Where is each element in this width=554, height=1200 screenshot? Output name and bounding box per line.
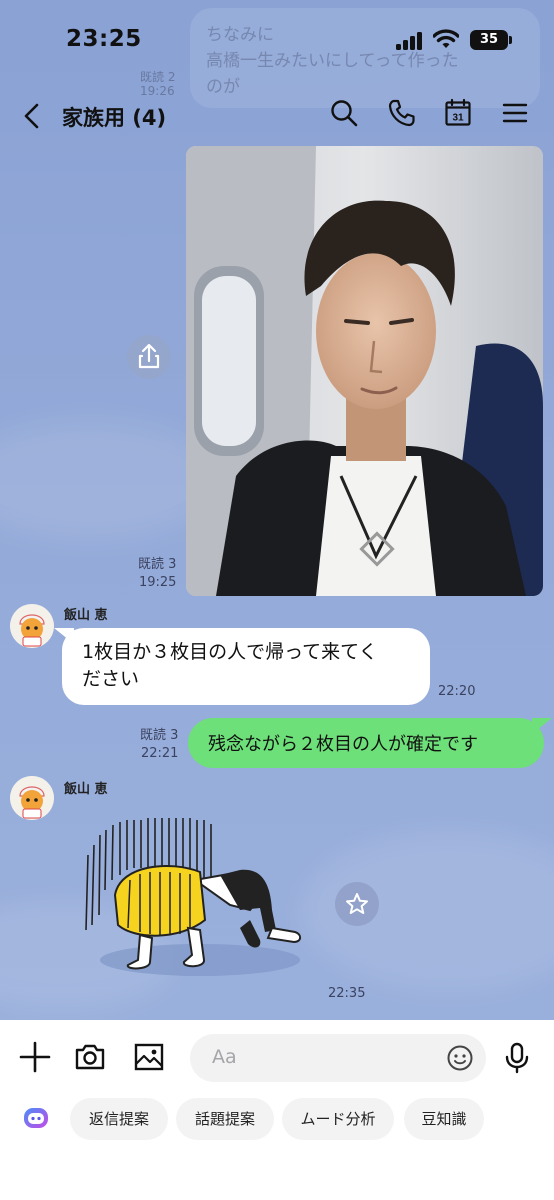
sticker-message[interactable] xyxy=(80,810,310,995)
favorite-sticker-button[interactable] xyxy=(335,882,379,926)
message-time: 19:25 xyxy=(138,575,177,590)
star-icon xyxy=(346,893,368,914)
bubble-tail xyxy=(532,718,552,734)
status-time: 23:25 xyxy=(66,26,142,52)
sticker-image xyxy=(85,818,302,976)
message-line: 1枚目か３枚目の人で帰って来てく xyxy=(82,641,378,663)
back-icon[interactable] xyxy=(20,102,44,130)
incoming-message-bubble[interactable]: 1枚目か３枚目の人で帰って来てく ださい xyxy=(54,628,430,705)
menu-icon[interactable] xyxy=(500,98,530,128)
status-bar: 23:25 35 xyxy=(0,0,554,80)
message-time: 22:35 xyxy=(328,986,366,1001)
suggestion-chip-trivia[interactable]: 豆知識 xyxy=(404,1098,484,1140)
battery-indicator: 35 xyxy=(470,30,512,50)
emoji-icon[interactable] xyxy=(446,1044,474,1072)
svg-text:31: 31 xyxy=(452,113,464,124)
message-time: 22:21 xyxy=(140,746,179,761)
share-button[interactable] xyxy=(127,335,171,379)
photo-image xyxy=(186,146,543,596)
read-status: 既読 3 xyxy=(140,728,179,743)
message-line: ださい xyxy=(82,668,140,690)
suggestion-chip-reply[interactable]: 返信提案 xyxy=(70,1098,168,1140)
suggestion-chip-topic[interactable]: 話題提案 xyxy=(176,1098,274,1140)
outgoing-message-bubble[interactable]: 残念ながら２枚目の人が確定です xyxy=(188,718,552,768)
avatar[interactable] xyxy=(10,776,54,820)
read-receipt: 既読 3 19:25 xyxy=(138,556,176,592)
search-icon[interactable] xyxy=(329,98,359,128)
signal-icon xyxy=(396,32,426,50)
sender-name: 飯山 恵 xyxy=(64,782,108,797)
camera-icon[interactable] xyxy=(73,1040,107,1074)
input-bar: Aa 返信提案 話題提案 ムード分析 豆知識 xyxy=(0,1020,554,1200)
plus-icon[interactable] xyxy=(18,1040,52,1074)
avatar-image xyxy=(10,776,54,820)
message-text: 残念ながら２枚目の人が確定です xyxy=(208,734,478,755)
calendar-icon[interactable]: 31 xyxy=(443,98,473,128)
wifi-icon xyxy=(433,29,459,48)
read-status: 既読 3 xyxy=(138,557,177,572)
bubble-tail xyxy=(54,628,74,644)
avatar-image xyxy=(10,604,54,648)
ai-icon[interactable] xyxy=(22,1104,50,1132)
chat-title[interactable]: 家族用 (4) xyxy=(62,102,166,132)
sender-name: 飯山 恵 xyxy=(64,608,108,623)
suggestion-chip-mood[interactable]: ムード分析 xyxy=(282,1098,394,1140)
image-icon[interactable] xyxy=(132,1040,166,1074)
message-input[interactable]: Aa xyxy=(190,1034,486,1082)
read-receipt: 既読 3 22:21 xyxy=(140,727,178,763)
chat-header: 家族用 (4) 31 xyxy=(0,80,554,150)
message-time: 22:20 xyxy=(438,684,476,699)
photo-message[interactable] xyxy=(186,146,543,596)
phone-icon[interactable] xyxy=(387,98,417,128)
avatar[interactable] xyxy=(10,604,54,648)
message-input-placeholder: Aa xyxy=(212,1046,237,1068)
mic-icon[interactable] xyxy=(503,1042,531,1074)
share-icon xyxy=(138,343,160,369)
